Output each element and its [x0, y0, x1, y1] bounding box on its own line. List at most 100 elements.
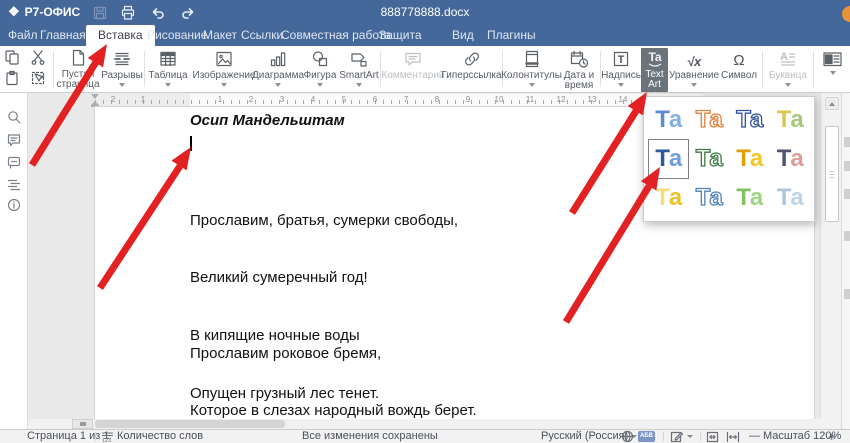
shape-icon [310, 48, 330, 69]
tab-file[interactable]: Файл [8, 25, 38, 46]
user-avatar[interactable] [842, 6, 850, 22]
symbol-icon: Ω [733, 48, 744, 69]
textart-style-option[interactable]: Ta [729, 179, 770, 218]
tab-layout[interactable]: Макет [203, 25, 237, 46]
status-bar: Страница 1 из 1 123 Количество слов Все … [0, 429, 850, 443]
hyperlink-label: Гиперссылка [441, 71, 501, 81]
horizontal-scrollbar[interactable] [28, 419, 821, 429]
image-label: Изображение [193, 71, 256, 81]
text-art-button[interactable]: Ta Text Art [641, 48, 668, 92]
blank-page-icon [68, 48, 88, 68]
fit-page-button[interactable] [706, 430, 719, 443]
search-icon[interactable] [5, 108, 23, 126]
word-count-icon[interactable]: 123 [101, 430, 114, 443]
right-panel-toggle-button[interactable] [818, 48, 848, 92]
chart-button[interactable]: Диаграмма [255, 48, 301, 92]
text-art-icon: Ta [644, 48, 666, 68]
drop-cap-label: Буквица [769, 71, 807, 81]
text-box-label: Надпись [601, 71, 641, 81]
tab-protection[interactable]: Защита [379, 25, 422, 46]
save-button[interactable] [90, 4, 110, 21]
tab-draw[interactable]: Рисование [147, 25, 207, 46]
set-language-globe-icon[interactable] [621, 430, 634, 443]
svg-text:A: A [780, 51, 788, 63]
textart-style-option[interactable]: Ta [729, 139, 770, 178]
textart-style-option-selected[interactable]: Ta [648, 139, 689, 178]
table-button[interactable]: Таблица [146, 48, 190, 92]
zoom-out-button[interactable]: — [749, 430, 760, 443]
spellcheck-toggle[interactable]: АБВ [638, 431, 655, 442]
r7-logo-icon: ❖ [8, 4, 20, 20]
horizontal-scroll-button[interactable] [72, 419, 93, 429]
tab-view[interactable]: Вид [452, 25, 474, 46]
cut-button[interactable] [29, 48, 47, 66]
blank-page-button[interactable]: Пустая страница [55, 48, 101, 92]
shape-label: Фигура [304, 71, 337, 81]
navigation-panel-icon[interactable] [5, 175, 23, 193]
textart-style-option[interactable]: Ta [689, 179, 730, 218]
tab-home[interactable]: Главная [40, 25, 86, 46]
page-indicator[interactable]: Страница 1 из 1 [27, 430, 109, 443]
right-panel-icon [822, 48, 844, 69]
image-button[interactable]: Изображение [193, 48, 255, 92]
chat-panel-icon[interactable] [5, 153, 23, 171]
vertical-scroll-thumb[interactable] [825, 126, 839, 222]
smartart-icon [349, 48, 369, 69]
smartart-button[interactable]: SmartArt [339, 48, 379, 92]
table-icon [158, 48, 178, 69]
textart-style-option[interactable]: Ta [770, 100, 811, 139]
text-art-label: Text Art [641, 70, 668, 90]
textart-style-option[interactable]: Ta [729, 100, 770, 139]
paste-button[interactable] [3, 69, 21, 87]
zoom-in-button[interactable]: + [828, 430, 836, 443]
symbol-button[interactable]: Ω Символ [718, 48, 760, 92]
blank-page-label: Пустая страница [55, 70, 101, 90]
app-name: Р7-ОФИС [25, 5, 81, 19]
text-box-icon: T [611, 48, 631, 69]
select-tool-button[interactable] [29, 69, 47, 87]
copy-button[interactable] [3, 48, 21, 66]
table-label: Таблица [148, 71, 187, 81]
comment-button[interactable]: Комментарий [383, 48, 443, 92]
word-count-label[interactable]: Количество слов [117, 430, 203, 443]
hyperlink-button[interactable]: Гиперссылка [443, 48, 500, 92]
textart-style-option[interactable]: Ta [770, 139, 811, 178]
header-footer-button[interactable]: Колонтитулы [504, 48, 559, 92]
comments-panel-icon[interactable] [5, 131, 23, 149]
text-box-button[interactable]: T Надпись [601, 48, 641, 92]
save-status: Все изменения сохранены [302, 430, 438, 443]
textart-style-option[interactable]: Ta [648, 100, 689, 139]
undo-button[interactable] [148, 4, 168, 21]
header-footer-icon [522, 48, 542, 69]
tab-collaboration[interactable]: Совместная работа [281, 25, 391, 46]
date-time-icon [569, 48, 589, 69]
first-line-indent-marker[interactable] [91, 94, 99, 99]
symbol-label: Символ [721, 71, 757, 81]
tab-references[interactable]: Ссылки [241, 25, 283, 46]
textart-style-option[interactable]: Ta [689, 139, 730, 178]
tab-insert[interactable]: Вставка [86, 25, 155, 46]
textart-style-option[interactable]: Ta [648, 179, 689, 218]
ribbon-tabs: Файл Главная Вставка Рисование Макет Ссы… [0, 25, 850, 46]
breaks-button[interactable]: Разрывы [101, 48, 143, 92]
print-button[interactable] [118, 4, 138, 21]
textart-style-option[interactable]: Ta [689, 100, 730, 139]
textart-style-option[interactable]: Ta [770, 179, 811, 218]
breaks-label: Разрывы [101, 71, 143, 81]
equation-button[interactable]: √x Уравнение [670, 48, 718, 92]
scroll-up-button[interactable] [825, 97, 839, 110]
redo-button[interactable] [178, 4, 198, 21]
date-time-label: Дата и время [559, 71, 599, 91]
vertical-scrollbar[interactable] [820, 93, 841, 429]
about-icon[interactable] [5, 196, 23, 214]
date-time-button[interactable]: Дата и время [559, 48, 599, 92]
horizontal-scroll-thumb[interactable] [95, 420, 285, 428]
tab-plugins[interactable]: Плагины [487, 25, 536, 46]
track-changes-button[interactable] [670, 430, 693, 443]
equation-icon: √x [687, 48, 701, 69]
drop-cap-button[interactable]: A Буквица [766, 48, 810, 92]
fit-width-button[interactable] [726, 430, 740, 443]
shape-button[interactable]: Фигура [301, 48, 339, 92]
app-logo: ❖ Р7-ОФИС [8, 4, 80, 20]
header-footer-label: Колонтитулы [501, 71, 562, 81]
